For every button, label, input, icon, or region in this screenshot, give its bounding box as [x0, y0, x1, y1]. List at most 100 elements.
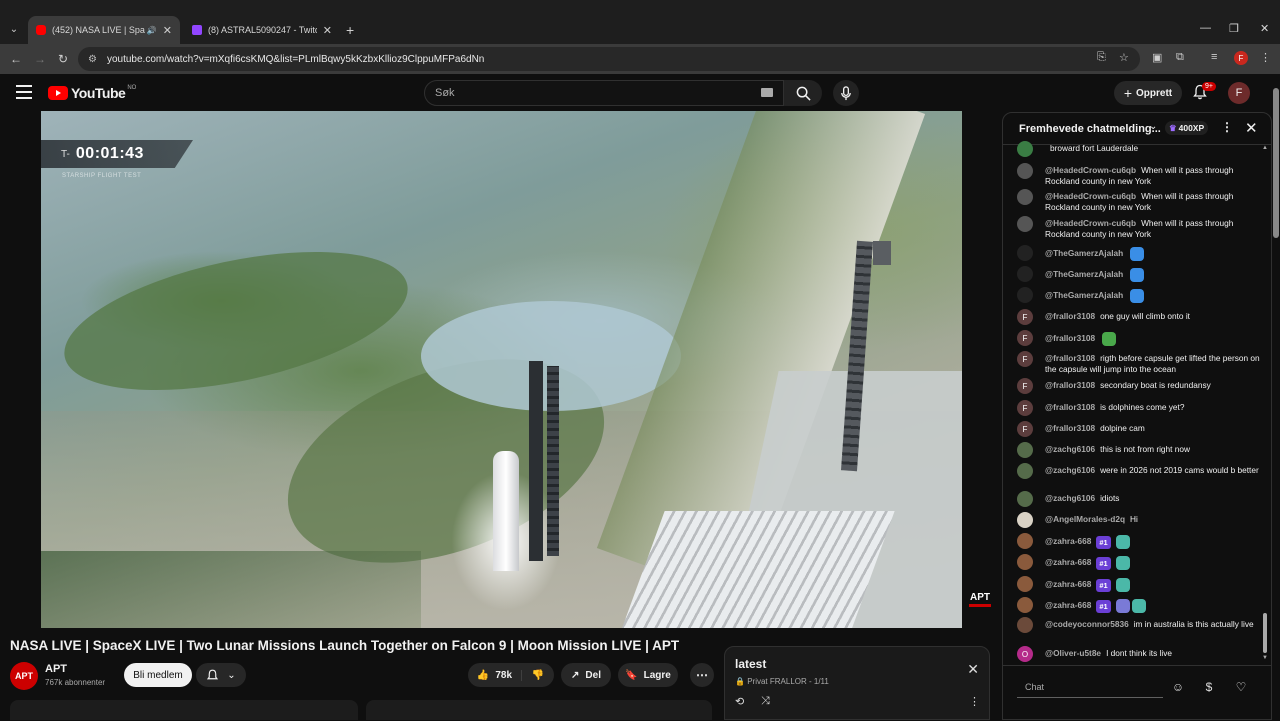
- chat-user-avatar[interactable]: [1017, 512, 1033, 528]
- chat-user-avatar[interactable]: [1017, 287, 1033, 303]
- playlist-title[interactable]: latest: [735, 657, 766, 671]
- chat-user-avatar[interactable]: [1017, 617, 1033, 633]
- share-button[interactable]: ↗ Del: [561, 663, 611, 687]
- create-button[interactable]: + Opprett: [1114, 81, 1182, 105]
- puzzle-icon[interactable]: ⧉: [1176, 51, 1184, 64]
- chat-input[interactable]: Chat: [1017, 678, 1163, 698]
- chat-user-avatar[interactable]: [1017, 491, 1033, 507]
- close-tab-icon[interactable]: ✕: [323, 24, 332, 37]
- chat-user-avatar[interactable]: F: [1017, 309, 1033, 325]
- chat-user-avatar[interactable]: [1017, 245, 1033, 261]
- chat-user-avatar[interactable]: [1017, 266, 1033, 282]
- new-tab-icon[interactable]: +: [346, 22, 354, 38]
- chat-username[interactable]: @frallor3108: [1045, 380, 1095, 390]
- channel-avatar[interactable]: APT: [10, 662, 38, 690]
- chat-username[interactable]: @zahra-668: [1045, 557, 1091, 567]
- browser-menu-icon[interactable]: ⋮: [1260, 51, 1271, 64]
- chat-username[interactable]: @AngelMorales-d2q: [1045, 514, 1125, 524]
- chat-username[interactable]: @frallor3108: [1045, 423, 1095, 433]
- join-button[interactable]: Bli medlem: [124, 663, 192, 687]
- chat-user-avatar[interactable]: [1017, 463, 1033, 479]
- chat-username[interactable]: @frallor3108: [1045, 402, 1095, 412]
- loop-icon[interactable]: ⟲: [735, 695, 744, 708]
- youtube-logo[interactable]: YouTube NO: [48, 85, 136, 101]
- chat-user-avatar[interactable]: F: [1017, 351, 1033, 367]
- url-bar[interactable]: ⚙ youtube.com/watch?v=mXqfi6csKMQ&list=P…: [78, 47, 1140, 71]
- menu-icon[interactable]: [16, 85, 32, 99]
- chat-user-avatar[interactable]: [1017, 554, 1033, 570]
- close-playlist-icon[interactable]: ✕: [967, 661, 979, 678]
- chat-username[interactable]: @frallor3108: [1045, 333, 1095, 343]
- close-tab-icon[interactable]: ✕: [163, 24, 172, 37]
- chat-scrollbar[interactable]: ▲ ▼: [1261, 145, 1269, 665]
- search-button[interactable]: [784, 80, 822, 106]
- chat-user-avatar[interactable]: [1017, 141, 1033, 157]
- browser-tab-youtube[interactable]: (452) NASA LIVE | SpaceX LIVE 🔊 ✕: [28, 16, 180, 44]
- video-player[interactable]: [41, 111, 962, 628]
- tab-search-icon[interactable]: ⌄: [6, 21, 22, 37]
- scroll-up-icon[interactable]: ▲: [1262, 145, 1268, 151]
- chat-username[interactable]: @HeadedCrown-cu6qb: [1045, 218, 1136, 228]
- super-chat-icon[interactable]: $: [1200, 678, 1218, 696]
- chat-user-avatar[interactable]: F: [1017, 378, 1033, 394]
- reading-list-icon[interactable]: ≡: [1211, 51, 1217, 63]
- subscription-bell-button[interactable]: ⌄: [196, 663, 246, 687]
- chat-username[interactable]: @zachg6106: [1045, 493, 1095, 503]
- chat-user-avatar[interactable]: [1017, 216, 1033, 232]
- channel-name[interactable]: APT: [45, 663, 67, 675]
- browser-profile-avatar[interactable]: F: [1234, 51, 1248, 65]
- search-input[interactable]: Søk: [424, 80, 784, 106]
- channel-watermark[interactable]: APT: [966, 592, 994, 612]
- chat-username[interactable]: @zahra-668: [1045, 600, 1091, 610]
- like-button[interactable]: 👍 78k: [468, 669, 522, 681]
- chat-user-avatar[interactable]: F: [1017, 330, 1033, 346]
- chat-user-avatar[interactable]: [1017, 442, 1033, 458]
- extension-icon[interactable]: ▣: [1152, 51, 1162, 64]
- chat-user-avatar[interactable]: [1017, 533, 1033, 549]
- heart-icon[interactable]: ♡: [1232, 678, 1250, 696]
- account-avatar[interactable]: F: [1228, 82, 1250, 104]
- page-scroll-thumb[interactable]: [1273, 88, 1279, 238]
- page-scrollbar[interactable]: [1272, 74, 1280, 720]
- chat-user-avatar[interactable]: [1017, 576, 1033, 592]
- chat-username[interactable]: @zachg6106: [1045, 444, 1095, 454]
- chat-username[interactable]: @zahra-668: [1045, 579, 1091, 589]
- dislike-button[interactable]: 👎: [522, 670, 554, 681]
- chevron-down-icon[interactable]: ⌄: [1149, 121, 1157, 132]
- chat-user-avatar[interactable]: [1017, 597, 1033, 613]
- close-chat-icon[interactable]: ✕: [1245, 119, 1258, 137]
- chat-username[interactable]: @codeyoconnor5836: [1045, 619, 1129, 629]
- chat-user-avatar[interactable]: F: [1017, 421, 1033, 437]
- back-icon[interactable]: ←: [10, 52, 22, 66]
- save-button[interactable]: 🔖 Lagre: [618, 663, 678, 687]
- chat-username[interactable]: @frallor3108: [1045, 311, 1095, 321]
- chat-username[interactable]: @HeadedCrown-cu6qb: [1045, 165, 1136, 175]
- description-panel[interactable]: [10, 700, 358, 720]
- minimize-icon[interactable]: —: [1200, 22, 1211, 34]
- chat-username[interactable]: @zachg6106: [1045, 465, 1095, 475]
- reload-icon[interactable]: ↻: [58, 52, 68, 66]
- chat-username[interactable]: @Oliver-u5t8e: [1045, 648, 1101, 658]
- chat-user-avatar[interactable]: [1017, 163, 1033, 179]
- chat-menu-icon[interactable]: ⋮: [1221, 120, 1233, 134]
- bookmark-star-icon[interactable]: ☆: [1119, 51, 1129, 64]
- chat-username[interactable]: @frallor3108: [1045, 353, 1095, 363]
- chat-user-avatar[interactable]: F: [1017, 400, 1033, 416]
- emoji-icon[interactable]: ☺: [1169, 678, 1187, 696]
- chat-user-avatar[interactable]: [1017, 189, 1033, 205]
- chat-username[interactable]: @zahra-668: [1045, 536, 1091, 546]
- close-window-icon[interactable]: ✕: [1260, 22, 1269, 35]
- more-actions-icon[interactable]: ⋯: [690, 663, 714, 687]
- forward-icon[interactable]: →: [34, 52, 46, 66]
- browser-tab-twitch[interactable]: (8) ASTRAL5090247 - Twitch ✕: [184, 16, 340, 44]
- keyboard-icon[interactable]: [761, 88, 773, 97]
- chat-user-avatar[interactable]: O: [1017, 646, 1033, 662]
- description-panel[interactable]: [366, 700, 712, 720]
- voice-search-button[interactable]: [833, 80, 859, 106]
- scroll-thumb[interactable]: [1263, 613, 1267, 653]
- install-app-icon[interactable]: ⎘: [1097, 51, 1106, 64]
- speaker-icon[interactable]: 🔊: [147, 26, 157, 35]
- shuffle-icon[interactable]: ⤨: [761, 695, 770, 708]
- scroll-down-icon[interactable]: ▼: [1262, 655, 1268, 661]
- site-info-icon[interactable]: ⚙: [88, 54, 97, 65]
